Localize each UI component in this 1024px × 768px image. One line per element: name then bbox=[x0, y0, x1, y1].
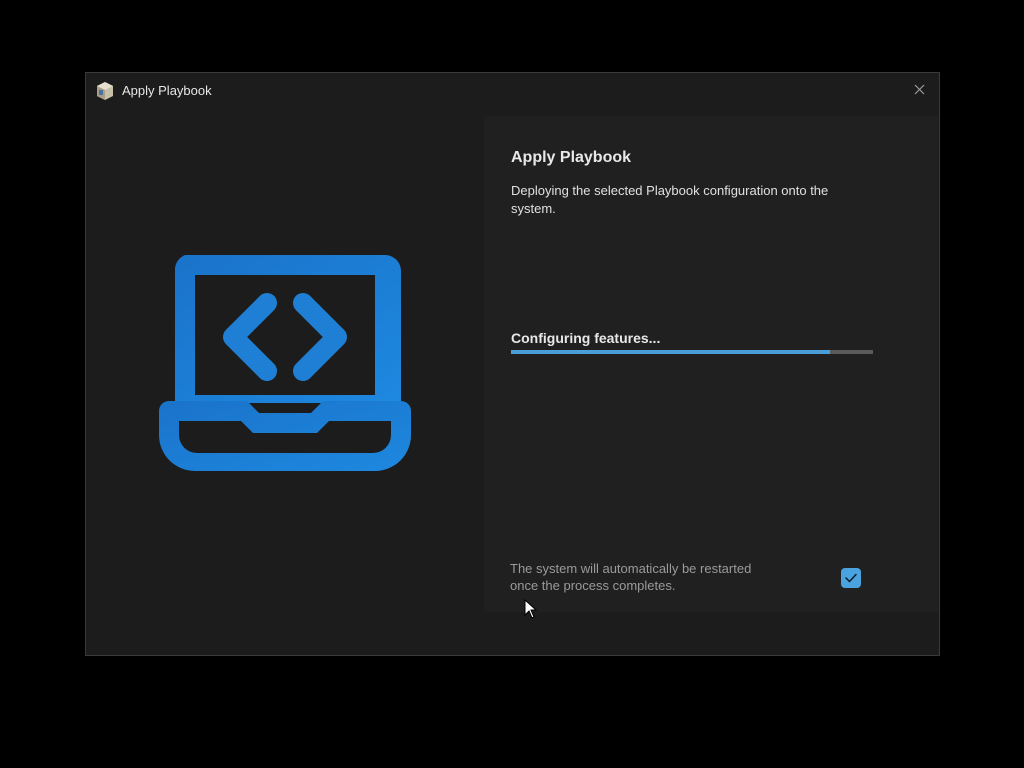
progress-bar-fill bbox=[511, 350, 830, 354]
checkmark-icon bbox=[845, 573, 857, 583]
progress-pane: Apply Playbook Deploying the selected Pl… bbox=[484, 116, 938, 612]
illustration-pane bbox=[86, 107, 483, 655]
progress-bar bbox=[511, 350, 873, 354]
progress-status-label: Configuring features... bbox=[511, 330, 661, 346]
apply-playbook-window: Apply Playbook Apply Playbook Deploying … bbox=[85, 72, 940, 656]
page-title: Apply Playbook bbox=[511, 149, 632, 166]
restart-checkbox[interactable] bbox=[841, 568, 861, 588]
playbook-box-icon bbox=[97, 82, 113, 100]
mouse-pointer-icon bbox=[524, 599, 538, 619]
page-description: Deploying the selected Playbook configur… bbox=[511, 183, 829, 216]
laptop-code-icon bbox=[159, 255, 411, 471]
window-title: Apply Playbook bbox=[122, 83, 212, 98]
close-button[interactable] bbox=[907, 77, 931, 101]
title-bar[interactable]: Apply Playbook bbox=[86, 73, 939, 107]
restart-note: The system will automatically be restart… bbox=[510, 561, 752, 593]
close-icon bbox=[914, 84, 924, 94]
